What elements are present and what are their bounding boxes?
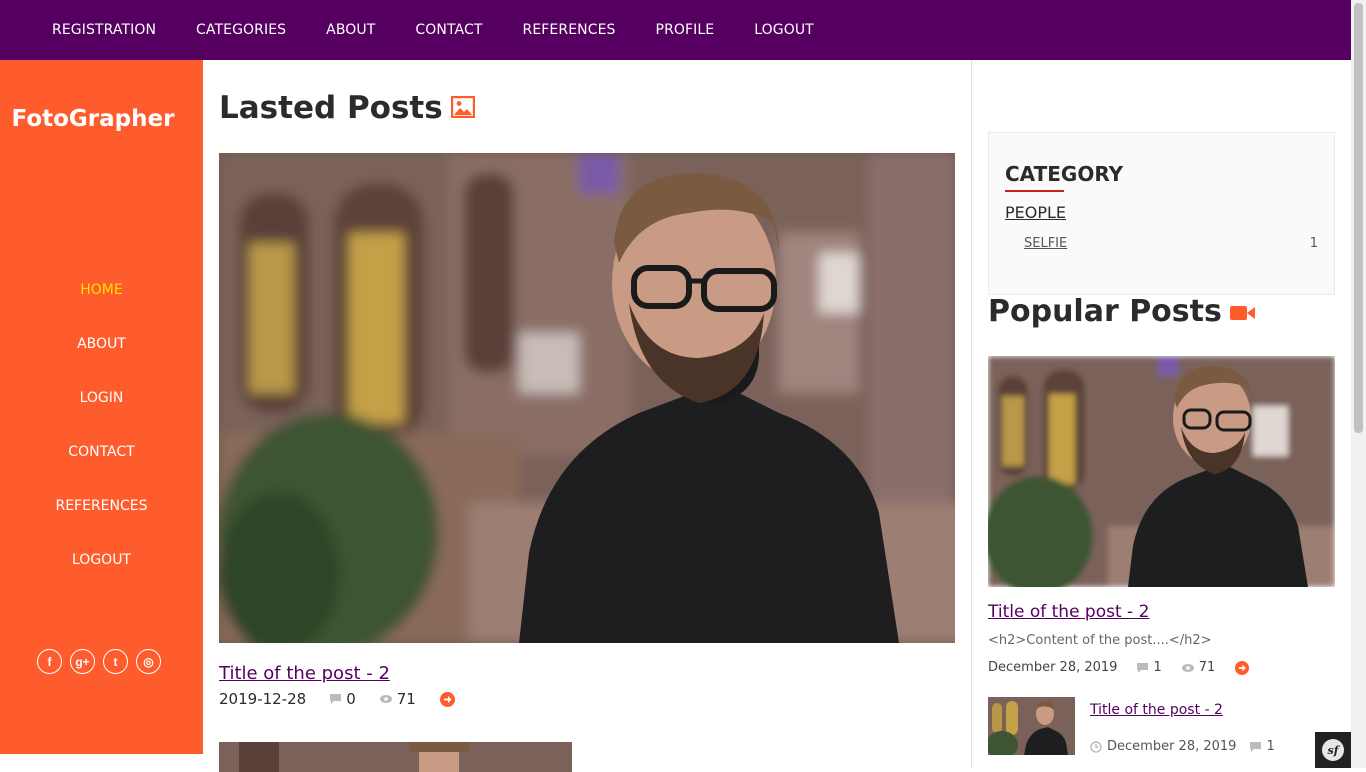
- popular-comments-count: 1: [1137, 660, 1162, 675]
- popular-posts-title: Popular Posts: [988, 294, 1256, 329]
- image-icon: [450, 90, 475, 126]
- comments-value: 0: [346, 690, 356, 708]
- read-more-arrow-icon[interactable]: [1235, 660, 1250, 675]
- facebook-icon[interactable]: f: [37, 649, 62, 674]
- sidebar-item-about[interactable]: ABOUT: [0, 333, 203, 387]
- topnav-logout[interactable]: LOGOUT: [734, 22, 834, 38]
- sidebar-item-login[interactable]: LOGIN: [0, 387, 203, 441]
- popular-post-date: December 28, 2019: [988, 660, 1118, 675]
- post-meta: 2019-12-28 0 71: [219, 690, 455, 708]
- topnav-registration[interactable]: REGISTRATION: [32, 22, 176, 38]
- topnav-categories[interactable]: CATEGORIES: [176, 22, 306, 38]
- twitter-icon[interactable]: t: [103, 649, 128, 674]
- popular-post-excerpt: <h2>Content of the post....</h2>: [988, 633, 1212, 648]
- page-scrollbar[interactable]: [1351, 0, 1366, 768]
- sidebar-item-logout[interactable]: LOGOUT: [0, 549, 203, 603]
- topnav-references[interactable]: REFERENCES: [503, 22, 636, 38]
- category-count: 1: [1309, 236, 1318, 251]
- comments-count: 0: [330, 690, 356, 708]
- eye-icon: [379, 695, 392, 703]
- comment-icon: [1250, 741, 1262, 752]
- small-post-thumbnail[interactable]: [988, 697, 1075, 755]
- popular-post-meta: December 28, 2019 1 71: [988, 660, 1250, 675]
- topnav-about[interactable]: ABOUT: [306, 22, 395, 38]
- brand-logo[interactable]: FotoGrapher: [0, 106, 186, 132]
- sidebar-item-home[interactable]: HOME: [0, 279, 203, 333]
- small-post-date: December 28, 2019: [1107, 739, 1237, 754]
- sidebar-menu: HOME ABOUT LOGIN CONTACT REFERENCES LOGO…: [0, 279, 203, 603]
- popular-comments-value: 1: [1153, 660, 1162, 675]
- read-more-arrow-icon[interactable]: [439, 691, 455, 707]
- category-heading: CATEGORY: [1005, 162, 1124, 186]
- popular-posts-title-text: Popular Posts: [988, 294, 1222, 329]
- small-comments-value: 1: [1266, 739, 1275, 754]
- popular-post-image[interactable]: [988, 356, 1335, 587]
- topnav-contact[interactable]: CONTACT: [395, 22, 502, 38]
- column-divider: [971, 60, 972, 768]
- social-links: f g+ t ◎: [37, 649, 169, 674]
- popular-post-title-link[interactable]: Title of the post - 2: [988, 602, 1149, 622]
- views-value: 71: [396, 690, 416, 708]
- symfony-logo-icon: sf: [1322, 739, 1344, 761]
- popular-views-count: 71: [1181, 660, 1216, 675]
- page-title-text: Lasted Posts: [219, 90, 443, 126]
- dribbble-icon[interactable]: ◎: [136, 649, 161, 674]
- comment-icon: [1137, 662, 1149, 673]
- category-item-selfie[interactable]: SELFIE: [1024, 236, 1067, 251]
- sidebar-item-references[interactable]: REFERENCES: [0, 495, 203, 549]
- popular-views-value: 71: [1198, 660, 1216, 675]
- comment-icon: [330, 694, 342, 704]
- category-widget: CATEGORY PEOPLE SELFIE 1: [988, 132, 1335, 295]
- top-navbar: REGISTRATION CATEGORIES ABOUT CONTACT RE…: [0, 0, 1351, 60]
- sidebar-item-contact[interactable]: CONTACT: [0, 441, 203, 495]
- google-plus-icon[interactable]: g+: [70, 649, 95, 674]
- clock-icon: [1090, 740, 1102, 753]
- post-title-link[interactable]: Title of the post - 2: [219, 663, 390, 684]
- scrollbar-thumb[interactable]: [1354, 3, 1363, 433]
- left-sidebar: FotoGrapher HOME ABOUT LOGIN CONTACT REF…: [0, 60, 203, 754]
- symfony-toolbar-icon[interactable]: sf: [1315, 732, 1351, 768]
- eye-icon: [1181, 663, 1194, 672]
- category-underline: [1005, 190, 1064, 192]
- page-title: Lasted Posts: [219, 90, 475, 126]
- small-comments-count: 1: [1250, 739, 1275, 754]
- category-item-people[interactable]: PEOPLE: [1005, 203, 1066, 222]
- topnav-profile[interactable]: PROFILE: [636, 22, 735, 38]
- small-post-title-link[interactable]: Title of the post - 2: [1090, 702, 1223, 718]
- post-image[interactable]: [219, 153, 955, 643]
- views-count: 71: [379, 690, 416, 708]
- video-camera-icon: [1229, 294, 1256, 329]
- small-post-meta: December 28, 2019 1: [1090, 739, 1275, 754]
- post-date: 2019-12-28: [219, 690, 307, 708]
